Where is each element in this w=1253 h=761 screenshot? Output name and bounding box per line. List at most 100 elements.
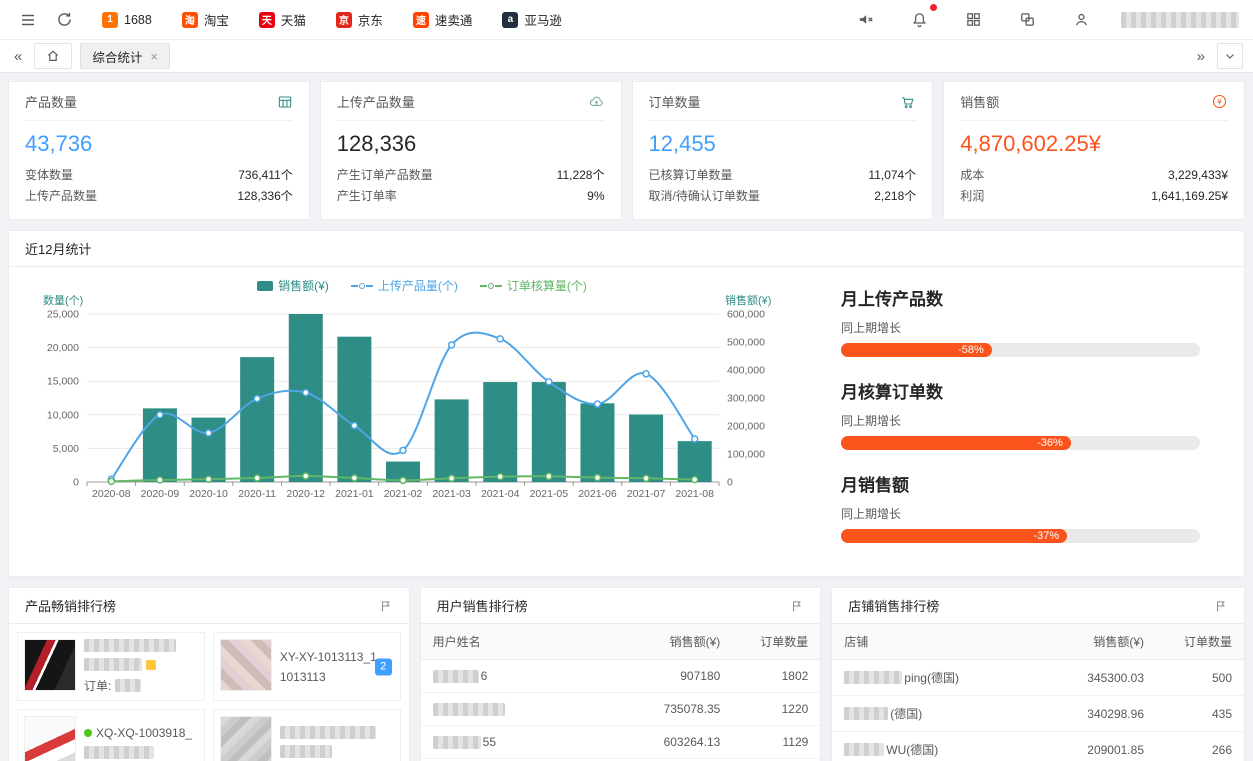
store-ranking-panel: 店铺销售排行榜 店铺 销售额(¥) 订单数量 ping(德国) 345300.0… <box>831 587 1245 761</box>
svg-text:20,000: 20,000 <box>47 342 79 354</box>
svg-text:2021-06: 2021-06 <box>578 488 617 500</box>
components-icon[interactable] <box>1013 6 1041 34</box>
card-row-label: 产生订单产品数量 <box>337 165 433 186</box>
svg-text:2021-08: 2021-08 <box>675 488 714 500</box>
home-icon <box>46 49 60 63</box>
user-name-suffix: 55 <box>483 735 496 749</box>
contacts-icon[interactable] <box>1067 6 1095 34</box>
ranking-panels-row: 产品畅销排行榜 订单: XY-XY-1013113_1 10131 <box>8 587 1245 761</box>
svg-text:0: 0 <box>73 477 79 489</box>
product-item[interactable]: XQ-XQ-1003918_ <box>17 709 205 761</box>
product-image <box>24 716 76 761</box>
metric-subtitle: 同上期增长 <box>841 505 1200 522</box>
orders-value: 1802 <box>732 660 820 693</box>
orders-value: 500 <box>1156 660 1244 696</box>
svg-text:销售额(¥): 销售额(¥) <box>725 294 771 307</box>
card-row-value: 9% <box>587 186 604 207</box>
svg-text:2020-12: 2020-12 <box>286 488 325 500</box>
tab-summary-stats[interactable]: 综合统计 × <box>80 43 170 69</box>
col-store: 店铺 <box>832 624 1046 660</box>
card-value: 12,455 <box>649 131 917 157</box>
refresh-icon[interactable] <box>50 6 78 34</box>
product-image <box>220 639 272 691</box>
bookmark-jd[interactable]: 京 京东 <box>336 10 383 29</box>
chart-legend: 销售额(¥) 上传产品量(个) 订单核算量(个) <box>19 277 825 294</box>
svg-text:500,000: 500,000 <box>727 337 765 349</box>
bookmark-jd-icon: 京 <box>336 12 352 28</box>
legend-item-uploads[interactable]: 上传产品量(个) <box>351 277 458 294</box>
growth-progress-track: -36% <box>841 436 1200 450</box>
metric-monthly-settled-orders: 月核算订单数 同上期增长 -36% <box>841 378 1200 450</box>
notification-bell-icon[interactable] <box>905 6 933 34</box>
yen-icon: ¥ <box>1211 93 1228 110</box>
flag-icon[interactable] <box>1214 599 1228 613</box>
highlight-marker <box>146 660 156 670</box>
table-row: (德国) 340298.96 435 <box>832 696 1244 732</box>
svg-text:2020-10: 2020-10 <box>189 488 228 500</box>
tabs-dropdown-icon[interactable] <box>1217 43 1243 69</box>
growth-value: -37% <box>1033 530 1059 542</box>
growth-progress-fill: -36% <box>841 436 1071 450</box>
product-item[interactable]: 订单: <box>17 632 205 701</box>
product-item[interactable] <box>213 709 401 761</box>
svg-text:2021-05: 2021-05 <box>530 488 569 500</box>
tab-label: 综合统计 <box>92 47 142 66</box>
card-row-label: 上传产品数量 <box>25 186 97 207</box>
tabs-scroll-left-icon[interactable]: « <box>10 48 26 65</box>
card-row-value: 11,074个 <box>868 165 916 186</box>
metric-subtitle: 同上期增长 <box>841 319 1200 336</box>
bookmark-tmall[interactable]: 天 天猫 <box>259 10 306 29</box>
bookmark-1688[interactable]: 1 1688 <box>102 10 152 29</box>
tabs-scroll-right-icon[interactable]: » <box>1193 48 1209 65</box>
store-name-suffix: (德国) <box>890 705 922 722</box>
card-row-label: 成本 <box>960 165 984 186</box>
legend-item-orders[interactable]: 订单核算量(个) <box>480 277 587 294</box>
legend-label: 上传产品量(个) <box>378 277 458 294</box>
metric-title: 月上传产品数 <box>841 285 1200 310</box>
panel-title: 近12月统计 <box>25 239 91 258</box>
flag-icon[interactable] <box>790 599 804 613</box>
legend-label: 订单核算量(个) <box>507 277 587 294</box>
svg-text:2021-07: 2021-07 <box>627 488 666 500</box>
page-tab-bar: « 综合统计 × » <box>0 40 1253 73</box>
bookmark-bar: 1 1688 淘 淘宝 天 天猫 京 京东 速 速卖通 a 亚马逊 <box>102 10 562 29</box>
card-row-value: 736,411个 <box>238 165 293 186</box>
cart-icon <box>900 94 916 110</box>
bookmark-taobao[interactable]: 淘 淘宝 <box>182 10 229 29</box>
sales-value: 907180 <box>622 660 732 693</box>
legend-item-sales[interactable]: 销售额(¥) <box>257 277 329 294</box>
table-row: WU(德国) 209001.85 266 <box>832 732 1244 761</box>
product-item[interactable]: XY-XY-1013113_1 1013113 2 <box>213 632 401 701</box>
bookmark-aliexpress-icon: 速 <box>413 12 429 28</box>
growth-progress-track: -58% <box>841 343 1200 357</box>
bookmark-aliexpress[interactable]: 速 速卖通 <box>413 10 473 29</box>
user-name-suffix: 6 <box>481 669 488 683</box>
svg-text:2021-03: 2021-03 <box>432 488 471 500</box>
metric-title: 月销售额 <box>841 471 1200 496</box>
tab-home[interactable] <box>34 43 72 69</box>
card-title: 产品数量 <box>25 92 77 111</box>
col-user-name: 用户姓名 <box>421 624 623 660</box>
bookmark-label: 速卖通 <box>435 10 473 29</box>
mute-speaker-icon[interactable] <box>851 6 879 34</box>
notification-dot <box>930 4 937 11</box>
qr-grid-icon[interactable] <box>959 6 987 34</box>
svg-text:25,000: 25,000 <box>47 309 79 321</box>
bookmark-label: 京东 <box>358 10 383 29</box>
stat-card-order-count: 订单数量 12,455 已核算订单数量11,074个 取消/待确认订单数量2,2… <box>632 81 934 220</box>
growth-value: -36% <box>1037 437 1063 449</box>
card-row-label: 利润 <box>960 186 984 207</box>
monthly-bar-line-chart[interactable]: 05,00010,00015,00020,00025,0000100,00020… <box>19 294 809 526</box>
bookmark-amazon[interactable]: a 亚马逊 <box>502 10 562 29</box>
monthly-stats-panel: 近12月统计 销售额(¥) 上传产品量(个) 订单核算量(个) <box>8 230 1245 577</box>
metric-monthly-sales: 月销售额 同上期增长 -37% <box>841 471 1200 543</box>
flag-icon[interactable] <box>379 599 393 613</box>
store-sales-table: 店铺 销售额(¥) 订单数量 ping(德国) 345300.03 500 (德… <box>832 624 1244 761</box>
collapse-menu-icon[interactable] <box>14 6 42 34</box>
cloud-upload-icon <box>588 93 605 110</box>
table-row: 6 907180 1802 <box>421 660 821 693</box>
user-name-redacted[interactable] <box>1121 12 1239 28</box>
card-title: 上传产品数量 <box>337 92 415 111</box>
tab-close-icon[interactable]: × <box>150 49 158 64</box>
growth-metrics: 月上传产品数 同上期增长 -58% 月核算订单数 同上期增长 -36% <box>825 273 1234 564</box>
